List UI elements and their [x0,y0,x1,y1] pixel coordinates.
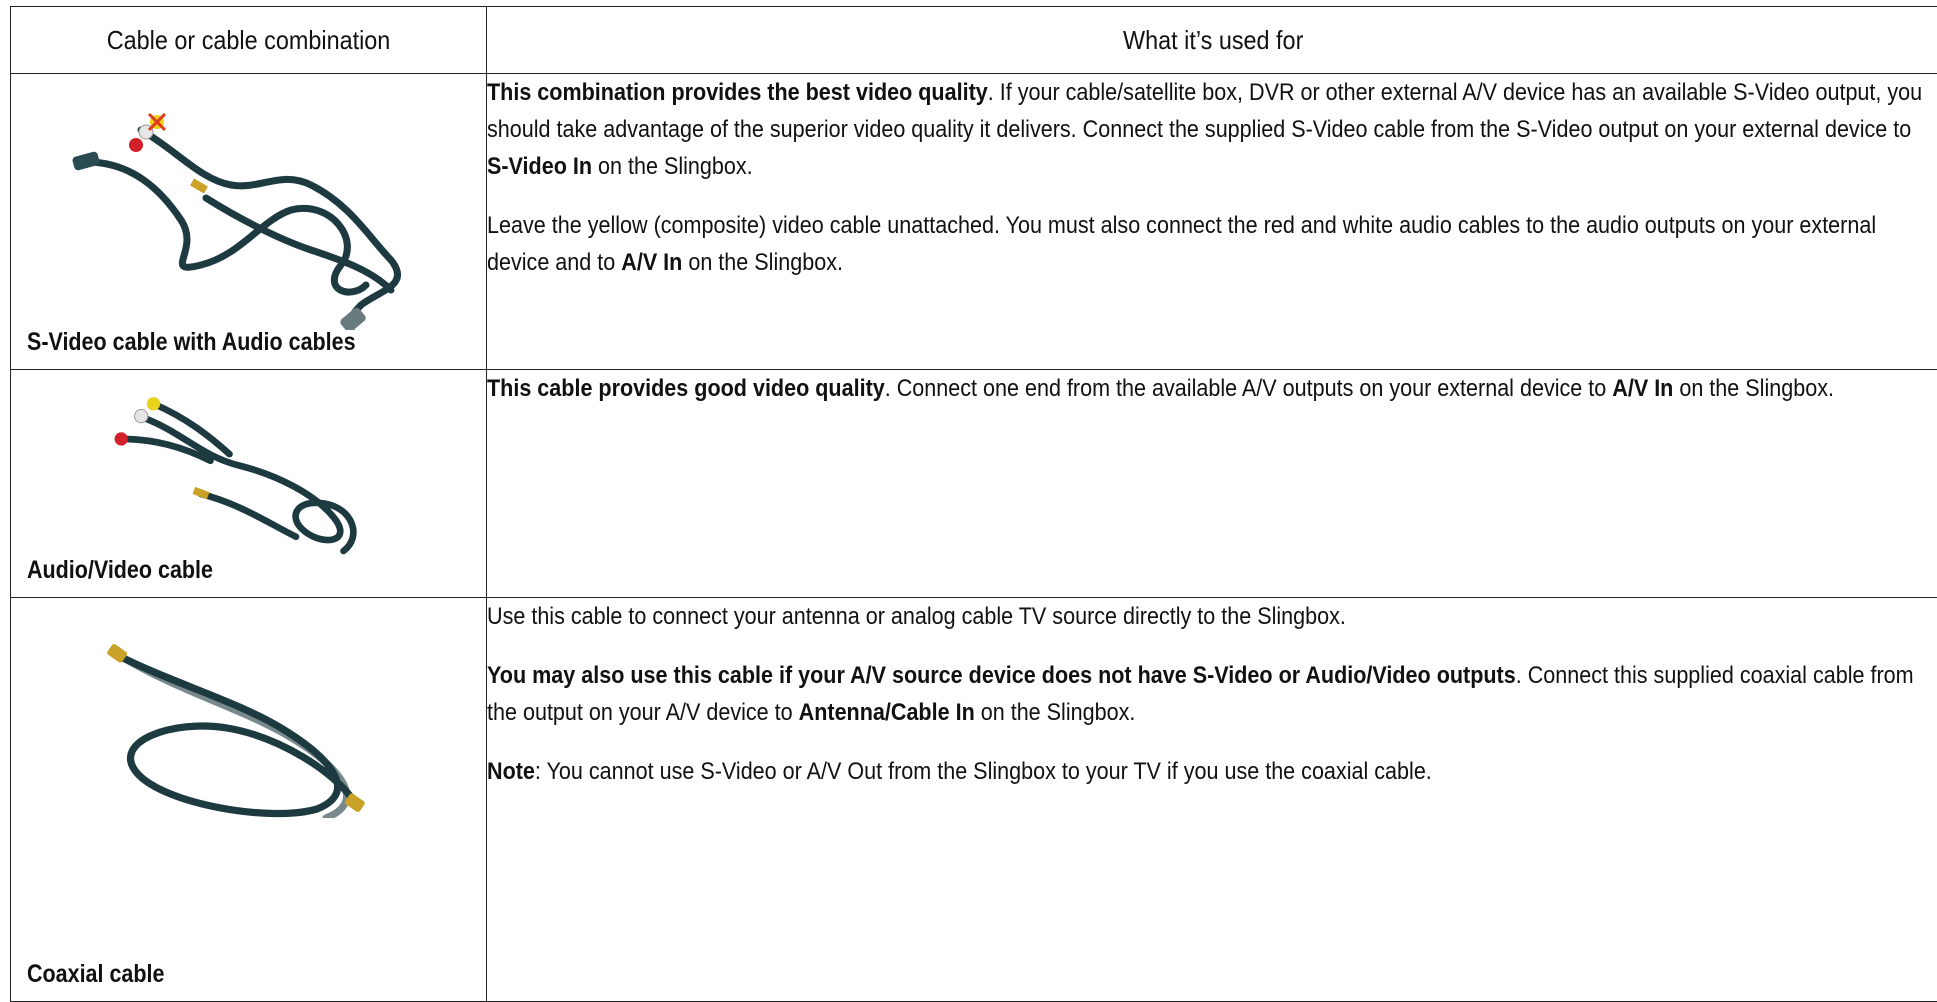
usage-paragraph: You may also use this cable if your A/V … [487,657,1937,731]
cable-table: Cable or cable combination What it’s use… [10,6,1937,1002]
usage-cell: Use this cable to connect your antenna o… [487,598,1937,1002]
table-row: Coaxial cable Use this cable to connect … [11,598,1937,1002]
usage-paragraph: This combination provides the best video… [487,74,1937,185]
usage-paragraph: Leave the yellow (composite) video cable… [487,207,1937,281]
audio-video-cable-image [11,380,463,570]
cable-caption: S-Video cable with Audio cables [27,328,356,357]
cable-cell: Coaxial cable [11,598,487,1002]
usage-cell: This combination provides the best video… [487,74,1937,370]
header-cable: Cable or cable combination [11,7,487,74]
cable-cell: Audio/Video cable [11,370,487,598]
usage-cell: This cable provides good video quality. … [487,370,1937,598]
usage-paragraph: Use this cable to connect your antenna o… [487,598,1937,635]
svideo-audio-cable-image [11,90,487,330]
cable-caption: Audio/Video cable [27,556,213,585]
table-row: Audio/Video cable This cable provides go… [11,370,1937,598]
usage-paragraph: This cable provides good video quality. … [487,370,1937,407]
table-row: S-Video cable with Audio cables This com… [11,74,1937,370]
header-usage: What it’s used for [487,7,1937,74]
cable-cell: S-Video cable with Audio cables [11,74,487,370]
cable-caption: Coaxial cable [27,960,164,989]
coaxial-cable-image [11,638,439,818]
usage-paragraph: Note: You cannot use S-Video or A/V Out … [487,753,1937,790]
